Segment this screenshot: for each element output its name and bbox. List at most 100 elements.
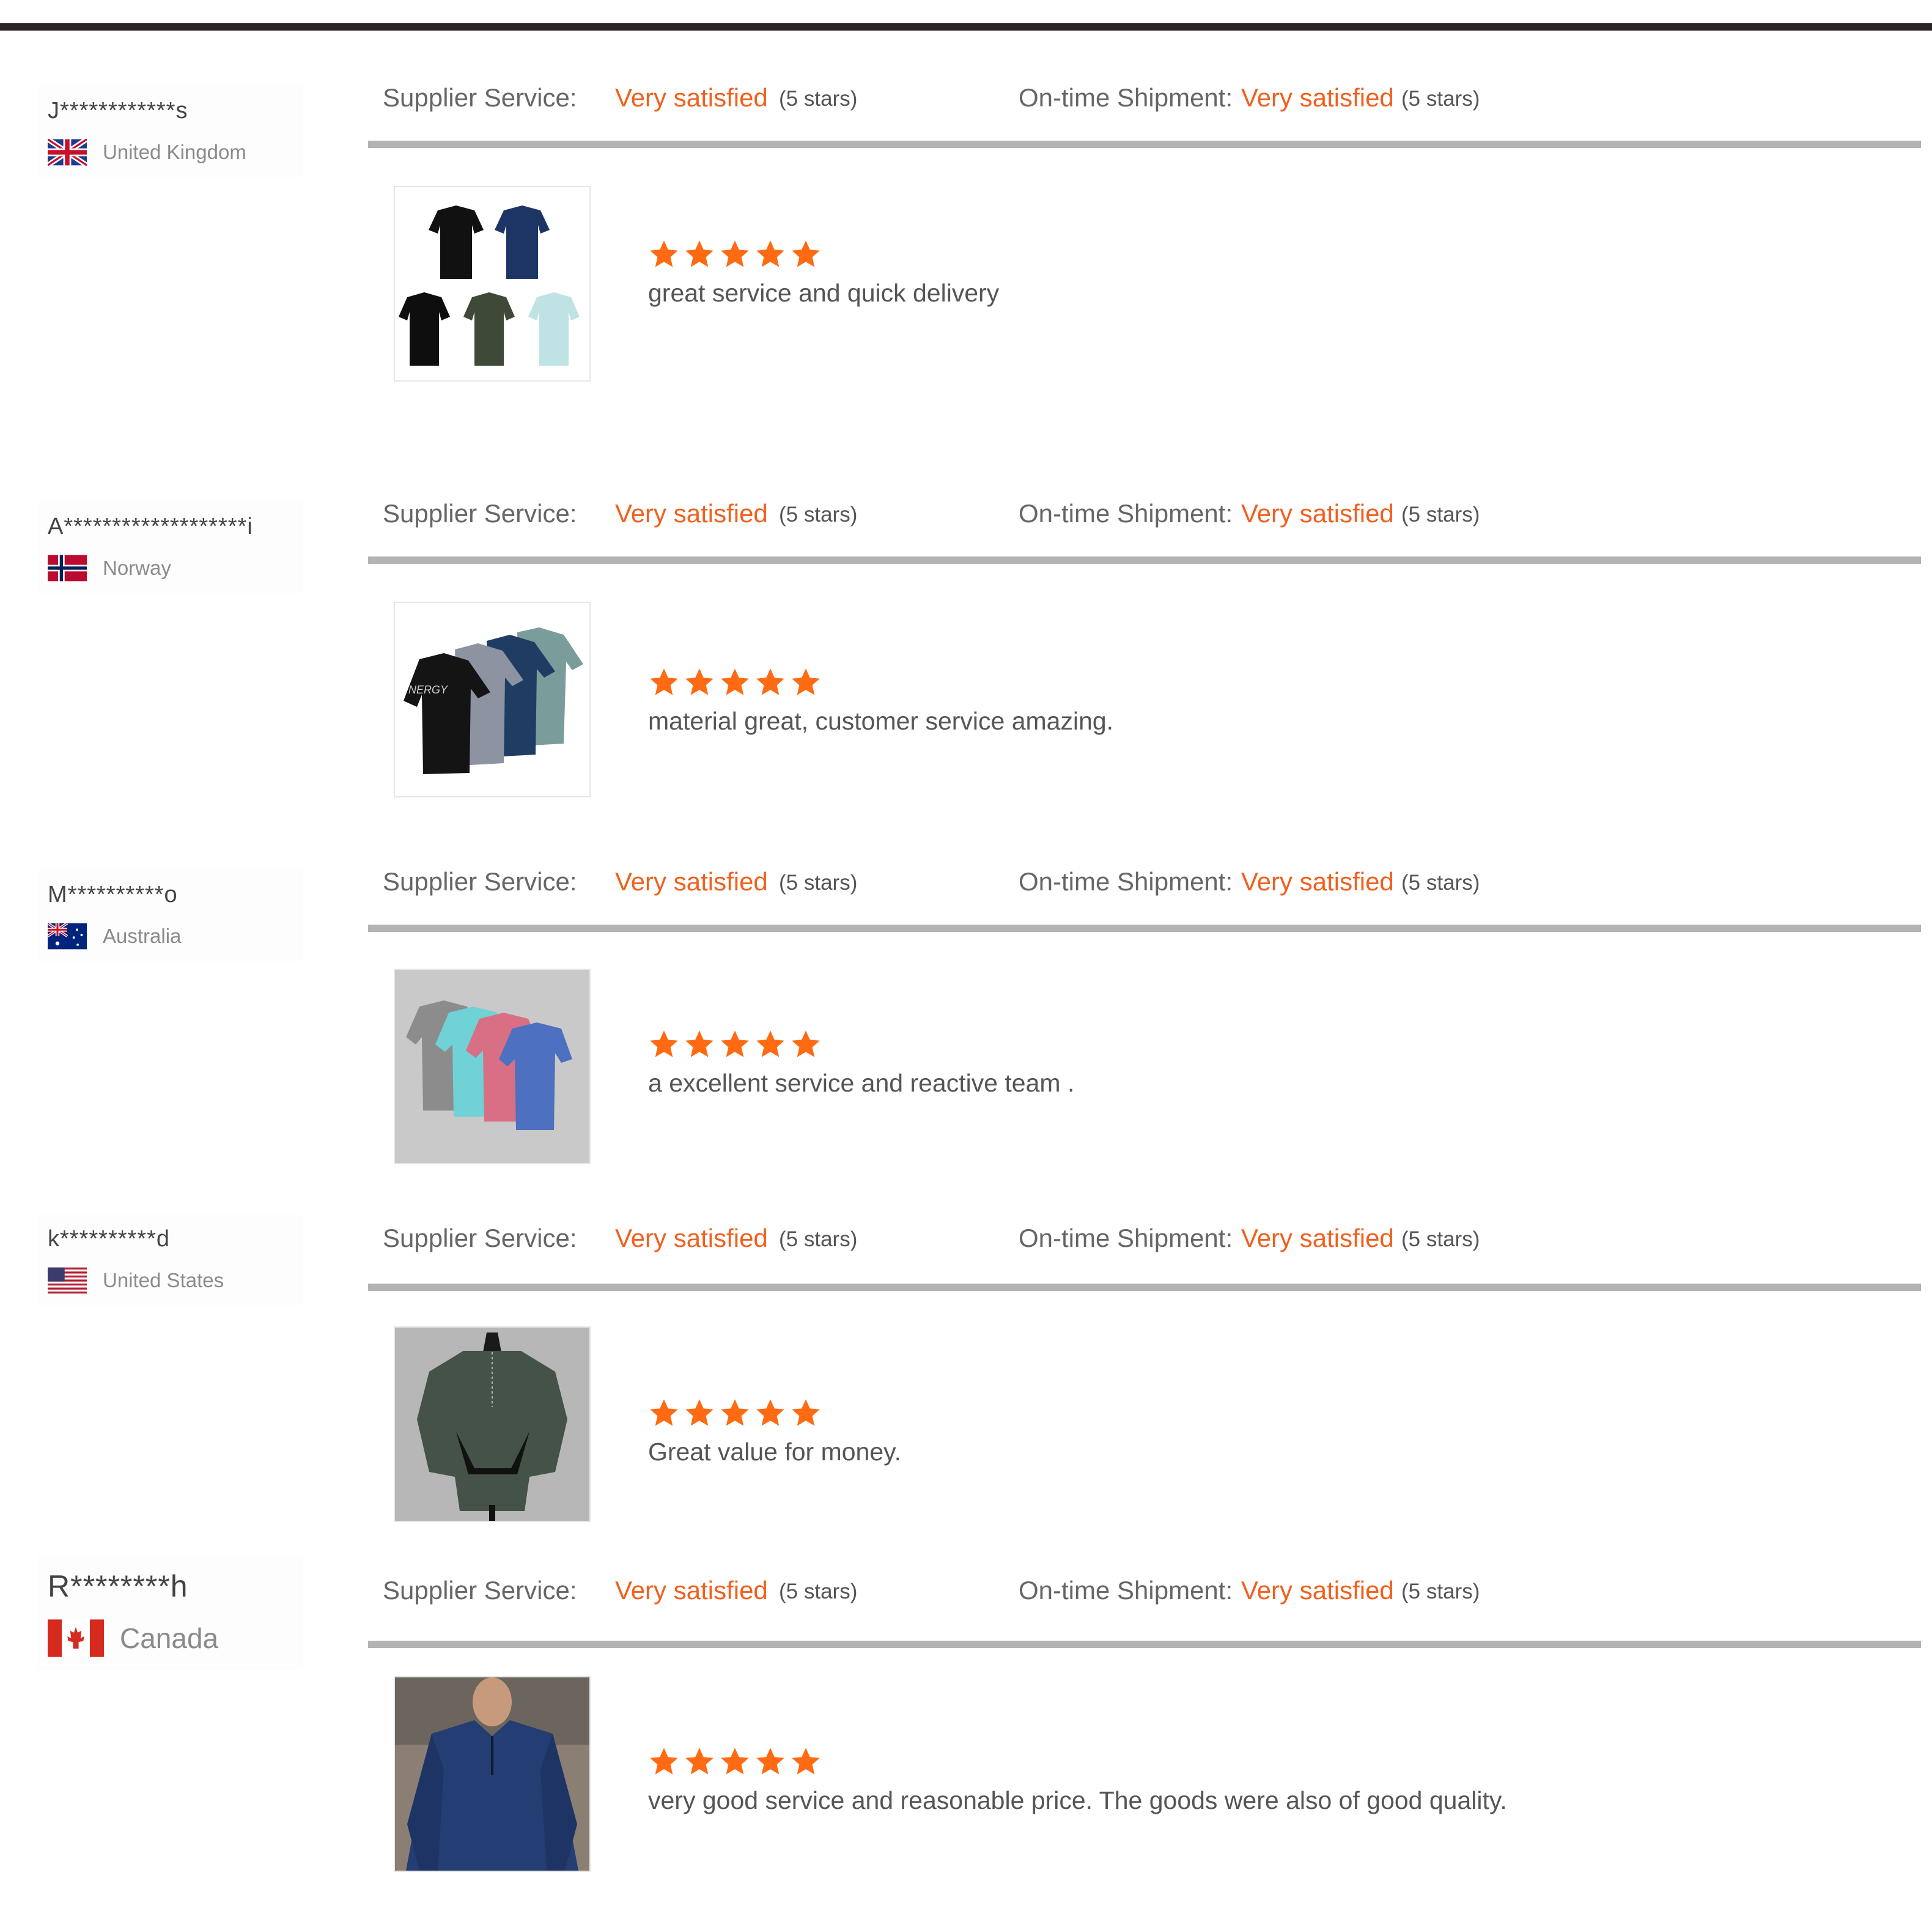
- shipment-stars: (5 stars): [1401, 503, 1480, 527]
- star-icon: [685, 1748, 713, 1775]
- comment-text: a excellent service and reactive team .: [648, 1069, 1075, 1097]
- shipment-stars: (5 stars): [1401, 87, 1480, 111]
- star-icon: [792, 1030, 820, 1057]
- comment-text: Great value for money.: [648, 1438, 901, 1466]
- review-comment: very good service and reasonable price. …: [648, 1746, 1507, 1815]
- star-icon: [685, 240, 713, 267]
- supplier-service-value: Very satisfied: [615, 83, 768, 112]
- review-comment: great service and quick delivery: [648, 238, 999, 308]
- star-icon: [721, 1399, 749, 1426]
- reviewer-info: k**********d United States: [37, 1214, 303, 1306]
- country-name: United Kingdom: [103, 141, 246, 163]
- star-icon: [792, 1399, 820, 1426]
- star-icon: [756, 668, 784, 695]
- flag-norway-icon: [48, 555, 87, 582]
- reviewer-country: Norway: [48, 555, 292, 582]
- reviewer-name: J************s: [48, 98, 188, 124]
- rating-summary: Supplier Service: Very satisfied (5 star…: [368, 67, 1921, 128]
- rating-summary: Supplier Service: Very satisfied (5 star…: [368, 1560, 1921, 1621]
- shipment-value: Very satisfied: [1241, 499, 1394, 528]
- reviewer-country: United Kingdom: [48, 139, 292, 166]
- supplier-service-value: Very satisfied: [615, 499, 768, 528]
- shipment-value: Very satisfied: [1241, 1224, 1394, 1252]
- star-icon: [721, 1030, 749, 1057]
- star-icon: [685, 1399, 713, 1426]
- product-print: NERGY: [408, 684, 449, 696]
- reviewer-name: M**********o: [48, 882, 178, 907]
- star-rating: [648, 1029, 1074, 1060]
- product-thumbnail[interactable]: NERGY: [394, 602, 591, 797]
- review-comment: material great, customer service amazing…: [648, 667, 1113, 736]
- reviewer-name: R********h: [48, 1569, 188, 1603]
- product-thumbnail[interactable]: [394, 1676, 591, 1872]
- star-rating: [648, 1746, 1507, 1778]
- star-icon: [721, 668, 749, 695]
- star-icon: [685, 1030, 713, 1057]
- star-icon: [650, 1399, 678, 1426]
- star-icon: [650, 1030, 678, 1057]
- star-icon: [792, 668, 820, 695]
- divider: [368, 1284, 1921, 1291]
- country-name: Norway: [103, 556, 171, 579]
- flag-us-icon: [48, 1267, 87, 1294]
- star-icon: [650, 1748, 678, 1775]
- star-rating: [648, 1397, 901, 1429]
- shipment-stars: (5 stars): [1401, 1227, 1480, 1251]
- supplier-service-stars: (5 stars): [779, 1580, 858, 1603]
- star-icon: [792, 1748, 820, 1775]
- product-thumbnail[interactable]: [394, 969, 591, 1164]
- shipment-stars: (5 stars): [1401, 1580, 1480, 1603]
- rating-summary: Supplier Service: Very satisfied (5 star…: [368, 483, 1921, 544]
- star-icon: [650, 668, 678, 695]
- star-icon: [756, 1748, 784, 1775]
- supplier-service-stars: (5 stars): [779, 871, 858, 895]
- reviewer-info: A*******************i Norway: [37, 501, 303, 594]
- divider: [368, 925, 1921, 932]
- rating-summary: Supplier Service: Very satisfied (5 star…: [368, 1208, 1921, 1269]
- reviewer-info: J************s United Kingdom: [37, 86, 303, 178]
- star-rating: [648, 667, 1113, 698]
- product-thumbnail[interactable]: [394, 186, 591, 382]
- star-icon: [756, 1030, 784, 1057]
- star-rating: [648, 238, 999, 270]
- shipment-label: On-time Shipment:: [1019, 1576, 1233, 1605]
- reviewer-info: R********h Canada: [37, 1556, 303, 1670]
- reviewer-info: M**********o Australia: [37, 870, 303, 962]
- divider: [368, 1641, 1921, 1648]
- country-name: United States: [103, 1269, 224, 1292]
- supplier-service-stars: (5 stars): [779, 87, 858, 111]
- supplier-service-label: Supplier Service:: [383, 499, 577, 528]
- shipment-label: On-time Shipment:: [1019, 1224, 1233, 1252]
- shipment-value: Very satisfied: [1241, 867, 1394, 896]
- divider: [368, 141, 1921, 148]
- comment-text: material great, customer service amazing…: [648, 707, 1114, 735]
- supplier-service-label: Supplier Service:: [383, 1224, 577, 1252]
- supplier-service-stars: (5 stars): [779, 503, 858, 527]
- shipment-label: On-time Shipment:: [1019, 867, 1233, 896]
- star-icon: [685, 668, 713, 695]
- star-icon: [756, 1399, 784, 1426]
- reviewer-country: Australia: [48, 923, 292, 950]
- country-name: Australia: [103, 925, 182, 947]
- country-name: Canada: [120, 1622, 219, 1654]
- star-icon: [792, 240, 820, 267]
- comment-text: great service and quick delivery: [648, 279, 1000, 307]
- supplier-service-value: Very satisfied: [615, 1224, 768, 1252]
- shipment-value: Very satisfied: [1241, 1576, 1394, 1605]
- comment-text: very good service and reasonable price. …: [648, 1786, 1507, 1814]
- reviewer-name: A*******************i: [48, 514, 253, 539]
- star-icon: [650, 240, 678, 267]
- top-border: [0, 23, 1932, 31]
- divider: [368, 556, 1921, 564]
- supplier-service-value: Very satisfied: [615, 867, 768, 896]
- flag-uk-icon: [48, 139, 87, 166]
- supplier-service-label: Supplier Service:: [383, 867, 577, 896]
- product-thumbnail[interactable]: [394, 1326, 591, 1522]
- flag-canada-icon: [48, 1619, 104, 1658]
- shipment-value: Very satisfied: [1241, 83, 1394, 112]
- flag-australia-icon: [48, 923, 87, 950]
- review-comment: Great value for money.: [648, 1397, 901, 1466]
- star-icon: [721, 240, 749, 267]
- shipment-label: On-time Shipment:: [1019, 499, 1233, 528]
- star-icon: [756, 240, 784, 267]
